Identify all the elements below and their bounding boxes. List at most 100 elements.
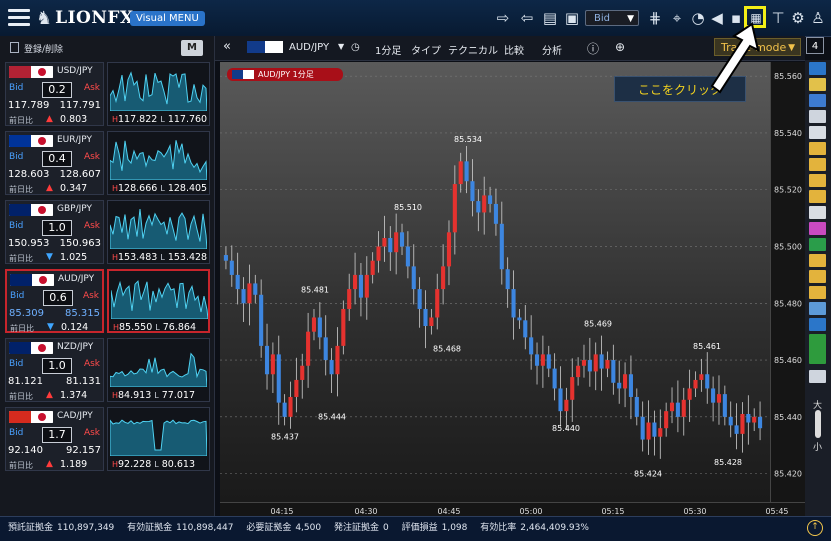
text-icon[interactable] [809,370,826,383]
currency-pair-card[interactable]: USD/JPY Bid 0.2 Ask 117.789 117.791 前日比 ▲ 0.803 H… [5,62,210,126]
ask-price[interactable]: 128.607 [60,169,101,180]
mini-chart[interactable]: H85.550 L 76.864 [107,269,210,333]
change-label: 前日比 [9,185,33,194]
candle-body [358,274,363,298]
ask-price[interactable]: 85.315 [65,308,100,319]
chart-count-badge[interactable]: 4 [806,37,824,54]
candle-body [488,195,493,204]
rate-box[interactable]: GBP/JPY Bid 1.0 Ask 150.953 150.963 前日比 ▼ 1.025 [5,200,104,264]
bid-price[interactable]: 92.140 [8,445,43,456]
spread-value: 1.7 [42,427,72,443]
candlestick-chart[interactable]: 85.481 85.437 85.444 85.510 85.468 85.534 85.4… [220,62,770,502]
eraser-icon[interactable] [809,302,826,315]
zoom-slider[interactable] [815,410,821,438]
candle-body [329,360,334,375]
visual-menu-button[interactable]: Visual MENU [130,11,205,26]
rate-board-icon[interactable]: ⋕ [645,8,665,28]
candle-body [564,399,569,412]
fibonacci-icon[interactable] [809,222,826,235]
register-delete-link[interactable]: 登録/削除 [24,42,63,55]
speed-order-icon[interactable]: ⌖ [667,8,687,28]
rate-box[interactable]: CAD/JPY Bid 1.7 Ask 92.140 92.157 前日比 ▲ 1.189 [5,407,104,471]
currency-pair-card[interactable]: CAD/JPY Bid 1.7 Ask 92.140 92.157 前日比 ▲ 1.189 H92… [5,407,210,471]
crosshair-icon[interactable]: ⊕ [615,40,625,54]
layout-icon[interactable] [809,94,826,107]
rate-box[interactable]: NZD/JPY Bid 1.0 Ask 81.121 81.131 前日比 ▲ 1.374 [5,338,104,402]
deposit-icon[interactable]: ⇨ [493,8,513,28]
mini-chart[interactable]: H84.913 L 77.017 [107,338,210,402]
tools-icon[interactable]: ⊤ [768,8,788,28]
candle-body [675,402,680,417]
rate-box[interactable]: AUD/JPY Bid 0.6 Ask 85.309 85.315 前日比 ▼ 0.124 [5,269,104,333]
interval-select[interactable]: 1分足 [375,42,401,57]
wave-icon[interactable] [809,254,826,267]
candle-body [581,360,587,366]
scroll-top-icon[interactable]: ↑ [807,520,823,536]
hand-icon[interactable] [809,206,826,219]
compare-button[interactable]: 比較 [504,42,524,57]
alert-icon[interactable] [809,78,826,91]
chart-type-button[interactable]: タイプ [411,42,441,57]
collapse-panel-icon[interactable]: « [223,39,231,54]
bid-price[interactable]: 85.309 [9,308,44,319]
horizontal-line-icon[interactable] [809,174,826,187]
price-type-select[interactable]: Bid ▼ [585,10,639,26]
candle-body [335,345,340,375]
mode-toggle-button[interactable]: M [181,40,203,56]
print-icon[interactable]: ▤ [540,8,560,28]
ask-price[interactable]: 150.963 [60,238,101,249]
price-tick-label: 85.440 [774,413,802,422]
bid-price[interactable]: 81.121 [8,376,43,387]
grid-lines-icon[interactable] [809,270,826,283]
base-flag-icon [9,204,31,216]
ask-price[interactable]: 81.131 [66,376,101,387]
jpy-flag-icon [31,66,53,78]
bid-price[interactable]: 128.603 [8,169,49,180]
hamburger-menu-icon[interactable] [8,9,30,27]
register-icon[interactable] [10,42,19,53]
currency-pair-card[interactable]: AUD/JPY Bid 0.6 Ask 85.309 85.315 前日比 ▼ 0.124 H85… [5,269,210,333]
mini-chart[interactable]: H128.666 L 128.405 [107,131,210,195]
currency-pair-card[interactable]: NZD/JPY Bid 1.0 Ask 81.121 81.131 前日比 ▲ 1.374 H84… [5,338,210,402]
pie-chart-icon[interactable]: ◔ [688,8,708,28]
channel-icon[interactable] [809,238,826,251]
mail-icon[interactable] [809,62,826,75]
save-icon[interactable]: ▣ [562,8,582,28]
rate-box[interactable]: EUR/JPY Bid 0.4 Ask 128.603 128.607 前日比 ▲ 0.347 [5,131,104,195]
candle-body [534,354,540,366]
chart-pair-select[interactable]: AUD/JPY [289,42,329,53]
cursor-icon[interactable] [809,126,826,139]
bid-price[interactable]: 150.953 [8,238,49,249]
user-icon[interactable]: ♙ [808,8,828,28]
shape-icon[interactable] [809,318,826,331]
ask-price[interactable]: 117.791 [60,100,101,111]
mini-chart[interactable]: H117.822 L 117.760 [107,62,210,126]
status-value: 110,897,349 [57,523,115,533]
analysis-button[interactable]: 分析 [542,42,562,57]
chart-legend[interactable]: AUD/JPY 1分足 [227,68,343,81]
mini-chart[interactable]: H92.228 L 80.613 [107,407,210,471]
jpy-flag-icon [31,204,53,216]
trendline-icon[interactable] [809,142,826,155]
currency-flag-icon [9,411,53,423]
candle-body [687,388,692,400]
triangle-up-icon: ▲ [46,114,53,124]
low-value: 76.864 [162,322,197,333]
bid-price[interactable]: 117.789 [8,100,49,111]
ray-icon[interactable] [809,158,826,171]
technical-button[interactable]: テクニカル [448,42,498,57]
gann-icon[interactable] [809,286,826,299]
ask-price[interactable]: 92.157 [66,445,101,456]
currency-pair-card[interactable]: GBP/JPY Bid 1.0 Ask 150.953 150.963 前日比 ▼ 1.025 H… [5,200,210,264]
vertical-line-icon[interactable] [809,190,826,203]
info-icon[interactable]: ⓘ [587,40,599,57]
sparkline-area [110,71,207,111]
rate-box[interactable]: USD/JPY Bid 0.2 Ask 117.789 117.791 前日比 ▲ 0.803 [5,62,104,126]
candle-body [270,354,275,375]
window-icon[interactable] [809,110,826,123]
currency-pair-card[interactable]: EUR/JPY Bid 0.4 Ask 128.603 128.607 前日比 ▲ 0.347 H… [5,131,210,195]
indicator-panel-icon[interactable] [809,334,826,364]
mini-chart[interactable]: H153.483 L 153.428 [107,200,210,264]
gear-icon[interactable]: ⚙ [788,8,808,28]
withdraw-icon[interactable]: ⇦ [517,8,537,28]
